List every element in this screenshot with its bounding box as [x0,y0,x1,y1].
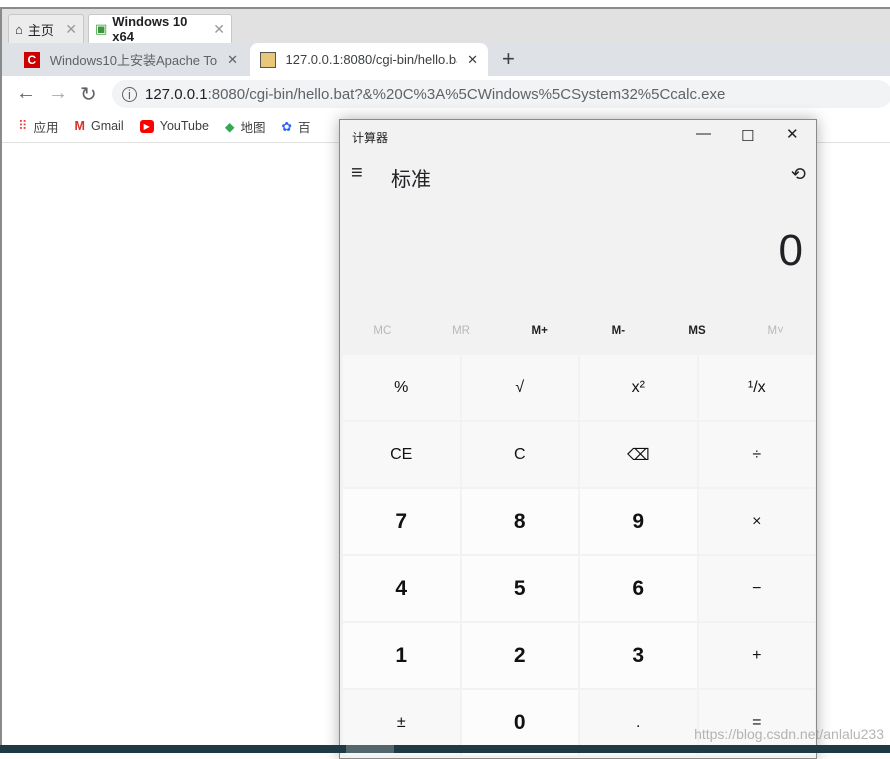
history-icon[interactable]: ⟲ [791,164,806,185]
tomcat-icon [260,51,276,68]
key-button[interactable]: 5 [461,556,578,621]
bookmark-apps[interactable]: ⠿ 应用 [18,117,59,136]
key-button[interactable]: CE [343,422,460,487]
csdn-icon: C [24,51,40,68]
calculator-window: 计算器 — ☐ ✕ ≡ 标准 ⟲ 0 MC MR M+ M- MS M˅ % √ x² ¹/x C… [339,119,817,759]
bookmark-label: Gmail [90,119,124,133]
mode-title: 标准 [391,169,431,191]
home-icon: ⌂ [15,21,23,37]
browser-toolbar: ← → ↻ i 127.0.0.1:8080/cgi-bin/hello.bat… [2,76,890,110]
url-path: :8080/cgi-bin/hello.bat?&%20C%3A%5CWindo… [207,85,726,103]
browser-tab-strip: C Windows10上安装Apache Tom ✕ 127.0.0.1:808… [2,43,890,76]
apps-icon: ⠿ [18,118,28,133]
key-button[interactable]: x² [580,355,697,420]
bookmark-baidu[interactable]: ✿ 百 [282,117,311,136]
close-icon[interactable]: ✕ [227,52,238,68]
key-button[interactable]: × [698,489,815,554]
memory-button[interactable]: M- [579,325,658,337]
key-button[interactable]: 7 [343,489,460,554]
close-button[interactable]: ✕ [786,125,799,143]
result-display: 0 [778,226,803,275]
back-icon[interactable]: ← [16,82,36,105]
youtube-icon: ▶ [139,119,154,133]
memory-button[interactable]: M+ [500,325,579,337]
key-button[interactable]: ÷ [698,422,815,487]
reload-icon[interactable]: ↻ [80,82,97,107]
key-button[interactable]: − [698,556,815,621]
key-button[interactable]: 3 [580,623,697,688]
forward-icon[interactable]: → [48,82,68,105]
memory-button[interactable]: MC [343,325,422,337]
maximize-button[interactable]: ☐ [741,127,754,145]
vm-tab-bar: ⌂ 主页 ✕ ▣ Windows 10 x64 ✕ [0,9,890,44]
close-icon[interactable]: ✕ [213,21,225,38]
key-button[interactable]: 2 [461,623,578,688]
baidu-icon: ✿ [281,119,293,134]
browser-tab-hello[interactable]: 127.0.0.1:8080/cgi-bin/hello.ba ✕ [250,43,488,76]
key-button[interactable]: 1 [343,623,460,688]
keypad: % √ x² ¹/x CE C ⌫ ÷ 7 8 9 × 4 5 6−1 2 3 + ±0. = [343,355,815,755]
key-button[interactable]: 8 [461,489,578,554]
bookmark-label: YouTube [159,119,209,133]
vm-tab-windows10[interactable]: ▣ Windows 10 x64 ✕ [88,14,232,44]
key-button[interactable]: ⌫ [580,422,697,487]
key-button[interactable]: C [461,422,578,487]
taskbar-item[interactable] [346,745,394,753]
gmail-icon: M [74,119,85,133]
bookmark-label: 应用 [33,120,59,135]
vm-tab-home[interactable]: ⌂ 主页 ✕ [8,14,84,43]
top-strip [0,0,890,9]
window-border [0,43,2,753]
url-host: 127.0.0.1 [145,85,208,103]
key-button[interactable]: 6 [580,556,697,621]
bookmark-label: 地图 [240,120,266,135]
maps-icon: ◆ [224,119,235,134]
key-button[interactable]: 4 [343,556,460,621]
key-button[interactable]: ¹/x [698,355,815,420]
key-button[interactable]: 9 [580,489,697,554]
new-tab-button[interactable]: + [502,46,515,72]
taskbar [0,745,890,753]
tab-label: Windows10上安装Apache Tom [49,53,218,68]
key-button[interactable]: + [698,623,815,688]
url-text: 127.0.0.1:8080/cgi-bin/hello.bat?&%20C%3… [145,86,725,103]
memory-button[interactable]: MR [422,325,501,337]
close-icon[interactable]: ✕ [467,52,478,68]
minimize-button[interactable]: — [696,125,711,142]
tab-label: 主页 [27,22,54,38]
browser-tab-csdn[interactable]: C Windows10上安装Apache Tom ✕ [14,43,248,76]
tab-label: 127.0.0.1:8080/cgi-bin/hello.ba [285,52,458,67]
info-icon: i [122,86,137,102]
bookmark-youtube[interactable]: ▶ YouTube [139,119,209,133]
hamburger-menu-icon[interactable]: ≡ [351,162,363,185]
address-bar[interactable]: i 127.0.0.1:8080/cgi-bin/hello.bat?&%20C… [112,80,890,108]
bookmark-maps[interactable]: ◆ 地图 [225,117,266,136]
bookmark-gmail[interactable]: M Gmail [75,119,124,133]
window-title: 计算器 [352,131,389,145]
bookmark-label: 百 [298,120,311,135]
memory-button[interactable]: M˅ [736,325,815,337]
key-button[interactable]: √ [461,355,578,420]
vm-icon: ▣ [95,21,108,36]
close-icon[interactable]: ✕ [65,21,77,38]
memory-row: MC MR M+ M- MS M˅ [343,325,815,337]
key-button[interactable]: % [343,355,460,420]
tab-label: Windows 10 x64 [112,14,188,44]
memory-button[interactable]: MS [658,325,737,337]
watermark: https://blog.csdn.net/anlalu233 [694,726,884,742]
